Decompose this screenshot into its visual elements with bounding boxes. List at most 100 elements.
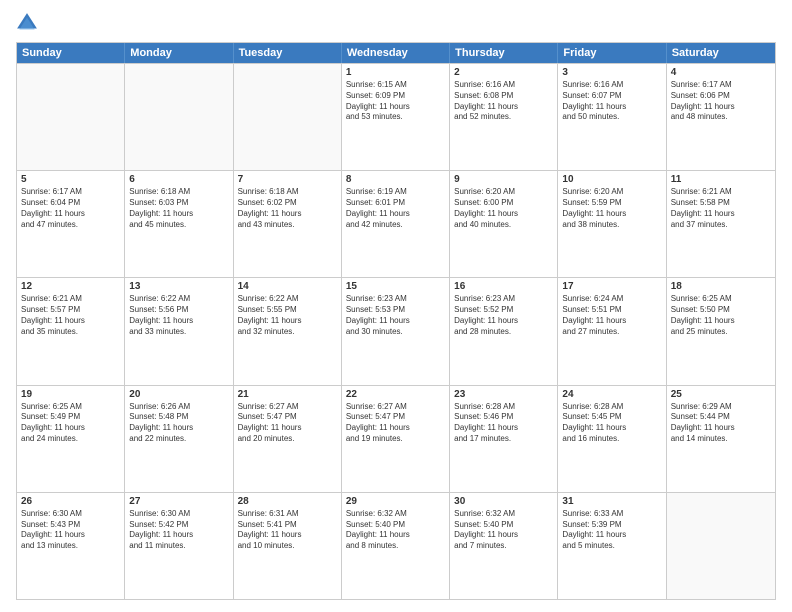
weekday-header: Wednesday [342, 43, 450, 63]
weekday-header: Friday [558, 43, 666, 63]
day-number: 14 [238, 281, 337, 292]
cell-info: Sunrise: 6:23 AM Sunset: 5:53 PM Dayligh… [346, 294, 445, 337]
cell-info: Sunrise: 6:20 AM Sunset: 6:00 PM Dayligh… [454, 187, 553, 230]
calendar-cell: 8 Sunrise: 6:19 AM Sunset: 6:01 PM Daylig… [342, 171, 450, 277]
calendar-row: 12 Sunrise: 6:21 AM Sunset: 5:57 PM Dayli… [17, 277, 775, 384]
cell-info: Sunrise: 6:21 AM Sunset: 5:57 PM Dayligh… [21, 294, 120, 337]
logo [16, 12, 42, 34]
calendar-cell: 1 Sunrise: 6:15 AM Sunset: 6:09 PM Daylig… [342, 64, 450, 170]
calendar-cell: 28 Sunrise: 6:31 AM Sunset: 5:41 PM Dayli… [234, 493, 342, 599]
cell-info: Sunrise: 6:23 AM Sunset: 5:52 PM Dayligh… [454, 294, 553, 337]
weekday-header: Monday [125, 43, 233, 63]
calendar-cell [667, 493, 775, 599]
cell-info: Sunrise: 6:17 AM Sunset: 6:04 PM Dayligh… [21, 187, 120, 230]
calendar-cell: 27 Sunrise: 6:30 AM Sunset: 5:42 PM Dayli… [125, 493, 233, 599]
calendar-row: 5 Sunrise: 6:17 AM Sunset: 6:04 PM Daylig… [17, 170, 775, 277]
calendar-cell: 14 Sunrise: 6:22 AM Sunset: 5:55 PM Dayli… [234, 278, 342, 384]
day-number: 15 [346, 281, 445, 292]
calendar-cell: 7 Sunrise: 6:18 AM Sunset: 6:02 PM Daylig… [234, 171, 342, 277]
cell-info: Sunrise: 6:22 AM Sunset: 5:55 PM Dayligh… [238, 294, 337, 337]
cell-info: Sunrise: 6:25 AM Sunset: 5:50 PM Dayligh… [671, 294, 771, 337]
cell-info: Sunrise: 6:28 AM Sunset: 5:46 PM Dayligh… [454, 402, 553, 445]
calendar-cell: 4 Sunrise: 6:17 AM Sunset: 6:06 PM Daylig… [667, 64, 775, 170]
cell-info: Sunrise: 6:32 AM Sunset: 5:40 PM Dayligh… [454, 509, 553, 552]
day-number: 1 [346, 67, 445, 78]
day-number: 11 [671, 174, 771, 185]
cell-info: Sunrise: 6:19 AM Sunset: 6:01 PM Dayligh… [346, 187, 445, 230]
calendar: SundayMondayTuesdayWednesdayThursdayFrid… [16, 42, 776, 600]
day-number: 9 [454, 174, 553, 185]
day-number: 7 [238, 174, 337, 185]
calendar-cell [234, 64, 342, 170]
weekday-header: Saturday [667, 43, 775, 63]
day-number: 17 [562, 281, 661, 292]
day-number: 26 [21, 496, 120, 507]
calendar-cell: 17 Sunrise: 6:24 AM Sunset: 5:51 PM Dayli… [558, 278, 666, 384]
day-number: 23 [454, 389, 553, 400]
calendar-header: SundayMondayTuesdayWednesdayThursdayFrid… [17, 43, 775, 63]
weekday-header: Thursday [450, 43, 558, 63]
cell-info: Sunrise: 6:22 AM Sunset: 5:56 PM Dayligh… [129, 294, 228, 337]
cell-info: Sunrise: 6:16 AM Sunset: 6:08 PM Dayligh… [454, 80, 553, 123]
day-number: 4 [671, 67, 771, 78]
calendar-cell: 26Sunrise: 6:30 AM Sunset: 5:43 PM Dayli… [17, 493, 125, 599]
day-number: 8 [346, 174, 445, 185]
calendar-body: 1 Sunrise: 6:15 AM Sunset: 6:09 PM Daylig… [17, 63, 775, 599]
cell-info: Sunrise: 6:17 AM Sunset: 6:06 PM Dayligh… [671, 80, 771, 123]
weekday-header: Tuesday [234, 43, 342, 63]
day-number: 2 [454, 67, 553, 78]
calendar-cell: 22 Sunrise: 6:27 AM Sunset: 5:47 PM Dayli… [342, 386, 450, 492]
calendar-cell: 5 Sunrise: 6:17 AM Sunset: 6:04 PM Daylig… [17, 171, 125, 277]
calendar-row: 19 Sunrise: 6:25 AM Sunset: 5:49 PM Dayli… [17, 385, 775, 492]
cell-info: Sunrise: 6:33 AM Sunset: 5:39 PM Dayligh… [562, 509, 661, 552]
day-number: 16 [454, 281, 553, 292]
cell-info: Sunrise: 6:16 AM Sunset: 6:07 PM Dayligh… [562, 80, 661, 123]
day-number: 18 [671, 281, 771, 292]
calendar-cell: 6 Sunrise: 6:18 AM Sunset: 6:03 PM Daylig… [125, 171, 233, 277]
day-number: 10 [562, 174, 661, 185]
calendar-row: 1 Sunrise: 6:15 AM Sunset: 6:09 PM Daylig… [17, 63, 775, 170]
cell-info: Sunrise: 6:15 AM Sunset: 6:09 PM Dayligh… [346, 80, 445, 123]
day-number: 28 [238, 496, 337, 507]
cell-info: Sunrise: 6:18 AM Sunset: 6:02 PM Dayligh… [238, 187, 337, 230]
day-number: 30 [454, 496, 553, 507]
day-number: 27 [129, 496, 228, 507]
day-number: 3 [562, 67, 661, 78]
calendar-cell: 25 Sunrise: 6:29 AM Sunset: 5:44 PM Dayli… [667, 386, 775, 492]
day-number: 20 [129, 389, 228, 400]
calendar-cell: 29Sunrise: 6:32 AM Sunset: 5:40 PM Dayli… [342, 493, 450, 599]
cell-info: Sunrise: 6:32 AM Sunset: 5:40 PM Dayligh… [346, 509, 445, 552]
calendar-cell: 2 Sunrise: 6:16 AM Sunset: 6:08 PM Daylig… [450, 64, 558, 170]
weekday-header: Sunday [17, 43, 125, 63]
calendar-cell: 20Sunrise: 6:26 AM Sunset: 5:48 PM Dayli… [125, 386, 233, 492]
cell-info: Sunrise: 6:31 AM Sunset: 5:41 PM Dayligh… [238, 509, 337, 552]
day-number: 6 [129, 174, 228, 185]
cell-info: Sunrise: 6:29 AM Sunset: 5:44 PM Dayligh… [671, 402, 771, 445]
calendar-cell: 30 Sunrise: 6:32 AM Sunset: 5:40 PM Dayli… [450, 493, 558, 599]
calendar-cell: 21Sunrise: 6:27 AM Sunset: 5:47 PM Dayli… [234, 386, 342, 492]
cell-info: Sunrise: 6:18 AM Sunset: 6:03 PM Dayligh… [129, 187, 228, 230]
day-number: 22 [346, 389, 445, 400]
day-number: 12 [21, 281, 120, 292]
calendar-cell: 15 Sunrise: 6:23 AM Sunset: 5:53 PM Dayli… [342, 278, 450, 384]
calendar-cell [17, 64, 125, 170]
calendar-cell: 12 Sunrise: 6:21 AM Sunset: 5:57 PM Dayli… [17, 278, 125, 384]
calendar-cell: 3 Sunrise: 6:16 AM Sunset: 6:07 PM Daylig… [558, 64, 666, 170]
cell-info: Sunrise: 6:27 AM Sunset: 5:47 PM Dayligh… [346, 402, 445, 445]
cell-info: Sunrise: 6:24 AM Sunset: 5:51 PM Dayligh… [562, 294, 661, 337]
day-number: 24 [562, 389, 661, 400]
cell-info: Sunrise: 6:30 AM Sunset: 5:42 PM Dayligh… [129, 509, 228, 552]
calendar-cell [125, 64, 233, 170]
day-number: 19 [21, 389, 120, 400]
calendar-cell: 9 Sunrise: 6:20 AM Sunset: 6:00 PM Daylig… [450, 171, 558, 277]
day-number: 5 [21, 174, 120, 185]
calendar-cell: 16 Sunrise: 6:23 AM Sunset: 5:52 PM Dayli… [450, 278, 558, 384]
calendar-cell: 18 Sunrise: 6:25 AM Sunset: 5:50 PM Dayli… [667, 278, 775, 384]
calendar-row: 26Sunrise: 6:30 AM Sunset: 5:43 PM Dayli… [17, 492, 775, 599]
day-number: 25 [671, 389, 771, 400]
cell-info: Sunrise: 6:25 AM Sunset: 5:49 PM Dayligh… [21, 402, 120, 445]
logo-icon [16, 12, 38, 34]
cell-info: Sunrise: 6:28 AM Sunset: 5:45 PM Dayligh… [562, 402, 661, 445]
calendar-cell: 13 Sunrise: 6:22 AM Sunset: 5:56 PM Dayli… [125, 278, 233, 384]
day-number: 13 [129, 281, 228, 292]
